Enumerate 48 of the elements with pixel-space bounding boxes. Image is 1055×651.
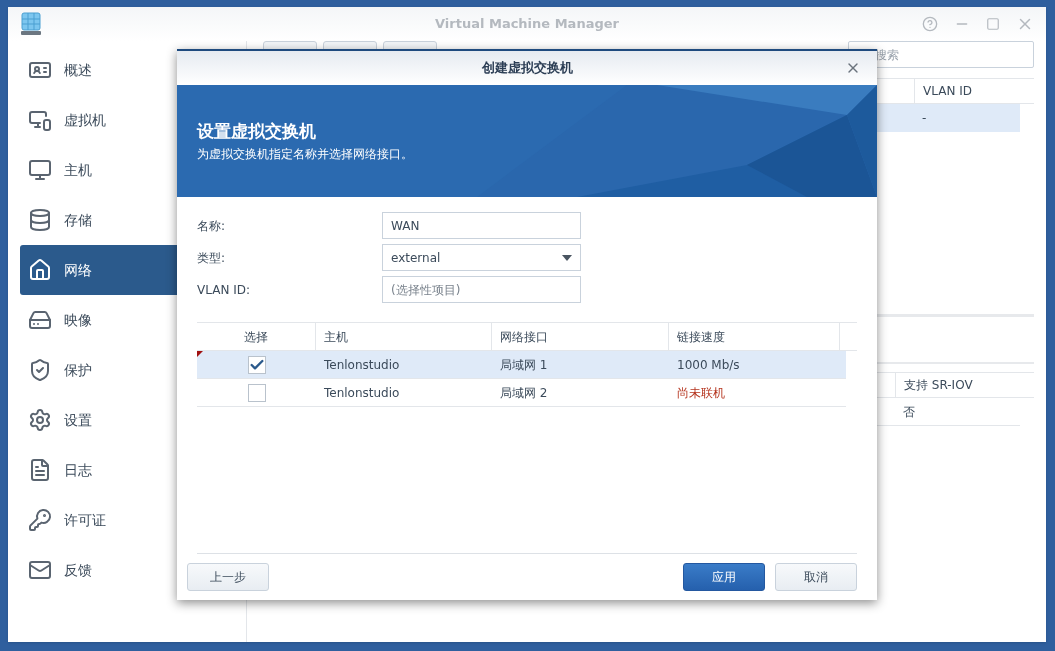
table-cell-text: 尚未联机: [676, 384, 726, 402]
column-header: VLAN ID: [914, 79, 1020, 103]
column-header: 主机: [316, 323, 492, 350]
window-title: Virtual Machine Manager: [434, 15, 620, 34]
help-icon[interactable]: [922, 16, 938, 32]
monitor-icon: [28, 158, 52, 182]
input-field[interactable]: (选择性项目): [382, 276, 581, 303]
banner-heading: 设置虚拟交换机: [197, 120, 317, 144]
settings-icon: [28, 408, 52, 432]
search-field[interactable]: 搜索: [848, 41, 1034, 68]
server-rack-icon: [20, 12, 42, 36]
disk-drive-icon: [28, 308, 52, 332]
table-cell-text: Tenlonstudio: [323, 356, 401, 374]
dialog-title: 创建虚拟交换机: [481, 59, 573, 78]
input-field[interactable]: WAN: [382, 212, 581, 239]
envelope-icon: [28, 558, 52, 582]
table-row[interactable]: Tenlonstudio 局域网 1 1000 Mb/s: [197, 351, 846, 379]
banner-subtitle: 为虚拟交换机指定名称并选择网络接口。: [197, 145, 414, 163]
dropdown-caret-icon: [562, 254, 572, 261]
table-cell-text: 局域网 1: [499, 356, 549, 374]
house-icon: [28, 258, 52, 282]
document-icon: [28, 458, 52, 482]
sidebar-item[interactable]: 许可证: [20, 495, 246, 545]
table-cell-text: 局域网 2: [499, 384, 549, 402]
dropdown[interactable]: external: [382, 244, 581, 271]
apply-button[interactable]: 应用: [683, 563, 765, 591]
table-row[interactable]: Tenlonstudio 局域网 2 尚未联机: [197, 379, 846, 407]
table-cell-text: 1000 Mb/s: [676, 356, 741, 374]
maximize-icon[interactable]: [986, 17, 1000, 31]
shield-icon: [28, 358, 52, 382]
field-label: 类型:: [197, 249, 227, 267]
column-header: 网络接口: [492, 323, 669, 350]
sidebar-item[interactable]: 日志: [20, 445, 246, 495]
table-cell-text: -: [921, 110, 928, 127]
database-icon: [28, 208, 52, 232]
table-cell-text: Tenlonstudio: [323, 384, 401, 402]
dialog-button[interactable]: 上一步: [187, 563, 269, 591]
checkbox[interactable]: [247, 383, 266, 402]
dialog-button[interactable]: 取消: [775, 563, 857, 591]
key-icon: [28, 508, 52, 532]
sidebar-item[interactable]: 概述: [20, 45, 246, 95]
column-header: 选择: [197, 323, 316, 350]
field-label: 名称:: [197, 217, 227, 235]
column-header: 支持 SR-IOV: [895, 373, 1020, 397]
column-header: 链接速度: [669, 323, 840, 350]
table-cell-text: 否: [902, 403, 916, 421]
checkbox[interactable]: [247, 355, 266, 374]
devices-icon: [28, 108, 52, 132]
